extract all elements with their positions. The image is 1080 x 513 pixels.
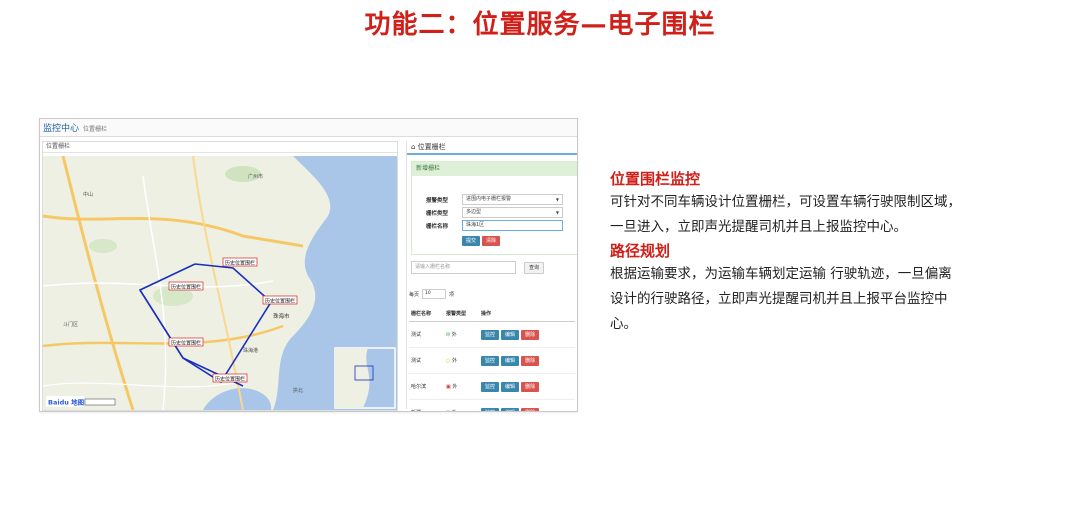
alarm-type-label: 报警类型 [426,197,449,204]
place-label: 拱北 [293,387,303,394]
table-row: 测试 ✉ 外 监控 编辑 删除 [409,321,575,348]
fence-side-panel: ⌂ 位置栅栏 新增栅栏 报警类型 进围内电子栅栏报警 ▼ 栅栏类型 多边型 ▼ 栅栏… [406,141,577,411]
column-header: 报警类型 [444,305,480,322]
home-icon: ⌂ [411,143,418,151]
svg-text:Baidu 地图: Baidu 地图 [48,398,85,407]
section-text-fence: 可针对不同车辆设计位置栅栏，可设置车辆行驶限制区域， 一旦进入，立即声光提醒司机… [610,194,961,235]
monitor-button[interactable]: 监控 [481,355,500,366]
table-row: 测试 ○ 外 监控 编辑 删除 [409,347,575,374]
edit-button[interactable]: 编辑 [501,407,520,411]
fence-search-input[interactable]: 请输入栅栏名称 [411,261,516,274]
svg-text:历史位置围栏: 历史位置围栏 [215,376,245,383]
svg-text:历史位置围栏: 历史位置围栏 [265,298,295,305]
scale-bar [84,398,116,406]
place-label: 广州市 [248,173,263,180]
delete-button[interactable]: 删除 [521,329,540,340]
fence-type-row: 栅栏类型 多边型 ▼ [426,207,563,218]
app-title: 监控中心 [43,124,80,134]
fence-type-label: 栅栏类型 [426,210,449,217]
chevron-down-icon: ▼ [555,210,559,215]
minimap[interactable] [334,347,396,409]
app-header: 监控中心 位置栅栏 [40,119,577,137]
place-label: 中山 [83,191,93,198]
svg-text:历史位置围栏: 历史位置围栏 [171,340,201,347]
table-row: 新疆 ✉ 外 监控编辑删除 [409,399,575,411]
fence-name-input[interactable]: 珠海1区 [462,220,563,231]
delete-button[interactable]: 删除 [521,381,540,392]
edit-button[interactable]: 编辑 [501,329,520,340]
section-text-route: 根据运输要求，为运输车辆划定运输 行驶轨迹，一旦偏离 设计的行驶路径，立即声光提… [610,266,952,332]
alarm-type-select[interactable]: 进围内电子栅栏报警 ▼ [462,194,563,205]
fence-label-1: 历史位置围栏 [222,257,258,267]
column-header: 操作 [479,305,575,322]
delete-button[interactable]: 删除 [521,355,540,366]
fence-label-3: 历史位置围栏 [262,295,298,305]
edit-button[interactable]: 编辑 [501,355,520,366]
alarm-type-row: 报警类型 进围内电子栅栏报警 ▼ [426,194,563,205]
map-panel-label: 位置栅栏 [43,142,397,153]
fence-name-label: 栅栏名称 [426,223,449,230]
page-size-control: 每页 10 项 [409,289,455,299]
section-title-fence: 位置围栏监控 [610,170,701,188]
monitor-button[interactable]: 监控 [481,407,500,411]
app-breadcrumb: 位置栅栏 [83,126,108,133]
delete-button[interactable]: 删除 [521,407,540,411]
monitor-button[interactable]: 监控 [481,329,500,340]
clear-button[interactable]: 清除 [482,236,501,246]
fence-label-2: 历史位置围栏 [168,281,204,291]
fence-label-5: 历史位置围栏 [212,373,248,383]
page-size-select[interactable]: 10 [422,289,447,299]
fence-table: 栅栏名称 报警类型 操作 测试 ✉ 外 监控 编辑 删除 测试 ○ 外 监控 编辑 删除… [409,305,575,411]
place-label: 珠海市 [273,312,290,320]
search-button[interactable]: 查询 [524,261,545,274]
search-row: 请输入栅栏名称 查询 [411,261,545,274]
edit-button[interactable]: 编辑 [501,381,520,392]
submit-button[interactable]: 提交 [462,236,481,246]
place-label: 斗门区 [63,321,78,328]
svg-text:历史位置围栏: 历史位置围栏 [171,284,201,291]
side-panel-header: ⌂ 位置栅栏 [407,141,577,155]
map-view[interactable]: 历史位置围栏 历史位置围栏 历史位置围栏 历史位置围栏 历史位置围栏 珠海市 珠… [42,155,397,411]
place-label: 珠海港 [243,347,258,354]
feature-description: 位置围栏监控 可针对不同车辆设计位置栅栏，可设置车辆行驶限制区域， 一旦进入，立… [610,168,1070,337]
chevron-down-icon: ▼ [555,197,559,202]
add-fence-title: 新增栅栏 [412,162,577,176]
fence-label-4: 历史位置围栏 [168,337,204,347]
baidu-logo: Baidu 地图 [46,396,85,407]
monitor-button[interactable]: 监控 [481,381,500,392]
section-title-route: 路径规划 [610,242,671,260]
add-fence-form: 新增栅栏 报警类型 进围内电子栅栏报警 ▼ 栅栏类型 多边型 ▼ 栅栏名称 珠海1区… [411,161,577,255]
fence-type-select[interactable]: 多边型 ▼ [462,207,563,218]
slide-title: 功能二：位置服务—电子围栏 [364,10,716,40]
app-screenshot: 监控中心 位置栅栏 位置栅栏 历史位置围栏 历史位置围栏 历史位置围栏 历史位置… [39,118,578,412]
fence-name-row: 栅栏名称 珠海1区 [426,220,563,231]
table-header-row: 栅栏名称 报警类型 操作 [409,305,575,322]
map-panel: 位置栅栏 历史位置围栏 历史位置围栏 历史位置围栏 历史位置围栏 历史位置围栏 … [42,141,398,411]
column-header: 栅栏名称 [409,305,445,322]
svg-text:历史位置围栏: 历史位置围栏 [225,260,255,267]
map-canvas[interactable]: 历史位置围栏 历史位置围栏 历史位置围栏 历史位置围栏 历史位置围栏 珠海市 珠… [42,155,397,411]
table-row: 哈尔滨 ▣ 外 监控 编辑 删除 [409,373,575,400]
form-actions: 提交 清除 [462,236,501,246]
